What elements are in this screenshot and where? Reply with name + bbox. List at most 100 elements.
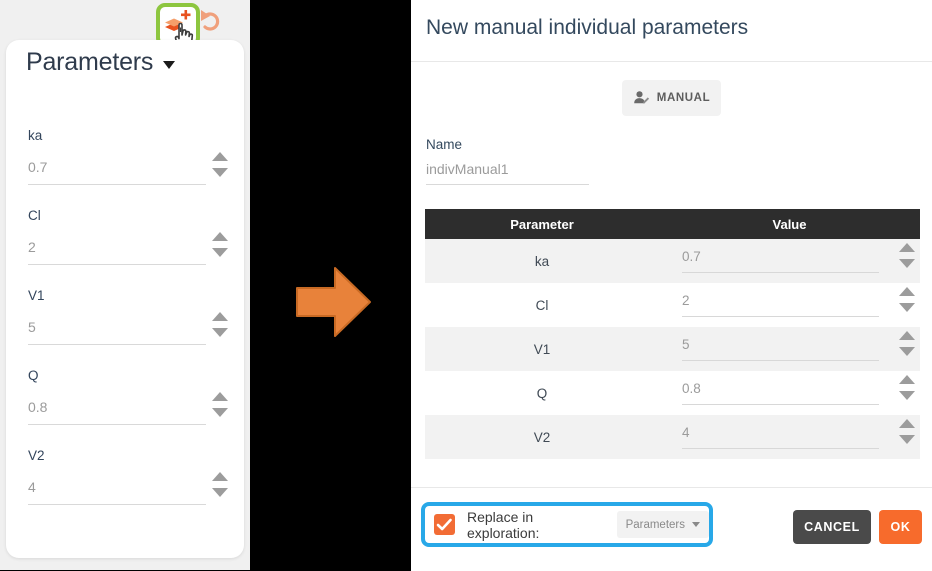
parameter-field-v2: V2 4 [28, 448, 228, 505]
stepper-down-icon[interactable] [899, 347, 915, 356]
cell-parameter-value[interactable]: 0.7 [659, 239, 920, 283]
undo-arrow-icon [201, 10, 220, 31]
stepper-up-icon[interactable] [212, 152, 228, 161]
cell-parameter-name: V1 [533, 341, 551, 357]
table-body: ka 0.7 Cl 2 V1 5 Q 0.8 V2 4 [425, 239, 920, 459]
field-value[interactable]: 2 [28, 239, 36, 255]
replace-in-exploration-checkbox[interactable] [434, 514, 455, 535]
stepper-down-icon[interactable] [212, 248, 228, 257]
stepper-up-icon[interactable] [212, 392, 228, 401]
parameter-field-q: Q 0.8 [28, 368, 228, 425]
cell-parameter-name: Cl [535, 297, 549, 313]
value-input[interactable]: 0.7 [682, 249, 701, 264]
stepper-row-cl[interactable] [899, 287, 915, 319]
field-value[interactable]: 0.8 [28, 399, 47, 415]
layers-plus-icon [165, 10, 191, 31]
value-input[interactable]: 2 [682, 293, 690, 308]
cell-parameter-name: V2 [533, 429, 551, 445]
new-manual-individual-parameters-dialog: New manual individual parameters MANUAL … [411, 0, 932, 571]
cell-parameter-value[interactable]: 2 [659, 283, 920, 327]
chevron-down-icon [692, 522, 700, 527]
cell-parameter-value[interactable]: 5 [659, 327, 920, 371]
replace-in-exploration-label: Replace in exploration: [467, 508, 540, 541]
value-input-wrapper[interactable]: 2 [682, 287, 915, 317]
stepper-down-icon[interactable] [212, 168, 228, 177]
field-input-row[interactable]: 0.8 [28, 392, 228, 425]
cancel-button[interactable]: CANCEL [793, 510, 871, 544]
stepper-up-icon[interactable] [212, 472, 228, 481]
stepper-row-v2[interactable] [899, 419, 915, 451]
manual-mode-button[interactable]: MANUAL [622, 80, 721, 116]
cell-parameter-value[interactable]: 4 [659, 415, 920, 459]
parameter-field-cl: Cl 2 [28, 208, 228, 265]
table-row: ka 0.7 [425, 239, 920, 283]
stepper-v2[interactable] [212, 472, 228, 504]
name-input[interactable]: indivManual1 [426, 161, 509, 177]
value-input-wrapper[interactable]: 0.8 [682, 375, 915, 405]
stepper-cl[interactable] [212, 232, 228, 264]
field-label: Q [28, 368, 39, 383]
stepper-down-icon[interactable] [212, 408, 228, 417]
manual-mode-label: MANUAL [656, 92, 711, 104]
value-input[interactable]: 5 [682, 337, 690, 352]
stepper-up-icon[interactable] [899, 331, 915, 340]
cell-parameter-name: ka [534, 253, 550, 269]
stepper-down-icon[interactable] [899, 391, 915, 400]
stepper-up-icon[interactable] [212, 232, 228, 241]
table-header-row: Parameter Value [425, 209, 920, 239]
parameters-title-row[interactable]: Parameters [26, 48, 176, 77]
field-input-row[interactable]: 4 [28, 472, 228, 505]
stepper-v1[interactable] [212, 312, 228, 344]
field-label: V1 [28, 288, 45, 303]
transition-separator [250, 0, 411, 570]
stepper-row-q[interactable] [899, 375, 915, 407]
parameter-field-v1: V1 5 [28, 288, 228, 345]
stepper-up-icon[interactable] [899, 243, 915, 252]
undo-button[interactable] [196, 6, 226, 36]
page-title: Parameters [26, 48, 154, 76]
field-input-row[interactable]: 0.7 [28, 152, 228, 185]
cell-parameter-name: Q [536, 385, 548, 401]
column-header-parameter: Parameter [425, 209, 659, 239]
cell-parameter-value[interactable]: 0.8 [659, 371, 920, 415]
field-value[interactable]: 4 [28, 479, 36, 495]
dialog-header: New manual individual parameters [411, 0, 932, 62]
stepper-row-v1[interactable] [899, 331, 915, 363]
value-input[interactable]: 4 [682, 425, 690, 440]
stepper-q[interactable] [212, 392, 228, 424]
left-panel: Parameters ka 0.7 Cl 2 V1 5 Q 0.8 V2 4 [0, 0, 250, 570]
field-value[interactable]: 0.7 [28, 159, 47, 175]
stepper-up-icon[interactable] [899, 375, 915, 384]
value-input-wrapper[interactable]: 5 [682, 331, 915, 361]
field-label: Cl [28, 208, 41, 223]
value-input-wrapper[interactable]: 0.7 [682, 243, 915, 273]
right-arrow-icon [296, 267, 371, 337]
field-input-row[interactable]: 2 [28, 232, 228, 265]
stepper-ka[interactable] [212, 152, 228, 184]
value-input-wrapper[interactable]: 4 [682, 419, 915, 449]
field-input-row[interactable]: 5 [28, 312, 228, 345]
exploration-select-value: Parameters [625, 518, 685, 531]
stepper-down-icon[interactable] [899, 259, 915, 268]
field-value[interactable]: 5 [28, 319, 36, 335]
stepper-down-icon[interactable] [212, 488, 228, 497]
chevron-down-icon[interactable] [163, 61, 176, 69]
ok-button[interactable]: OK [879, 510, 922, 544]
stepper-down-icon[interactable] [899, 303, 915, 312]
field-label: ka [28, 128, 43, 143]
name-input-wrapper[interactable]: indivManual1 [426, 161, 589, 185]
value-input[interactable]: 0.8 [682, 381, 701, 396]
table-head: Parameter Value [425, 209, 920, 239]
table-row: Cl 2 [425, 283, 920, 327]
exploration-select[interactable]: Parameters [616, 511, 709, 538]
stepper-up-icon[interactable] [212, 312, 228, 321]
stepper-row-ka[interactable] [899, 243, 915, 275]
field-label: V2 [28, 448, 45, 463]
stepper-up-icon[interactable] [899, 419, 915, 428]
stepper-down-icon[interactable] [212, 328, 228, 337]
checkmark-icon [436, 518, 452, 531]
stepper-up-icon[interactable] [899, 287, 915, 296]
stepper-down-icon[interactable] [899, 435, 915, 444]
parameters-card: Parameters ka 0.7 Cl 2 V1 5 Q 0.8 V2 4 [6, 40, 244, 558]
parameters-table: Parameter Value ka 0.7 Cl 2 V1 5 Q 0.8 V… [425, 209, 920, 459]
